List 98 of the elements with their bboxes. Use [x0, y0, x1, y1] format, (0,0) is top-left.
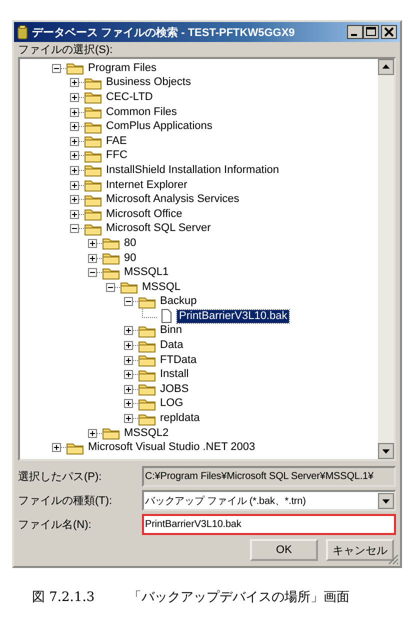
folder-item[interactable]: 90	[122, 252, 138, 265]
window-title: データベース ファイルの検索 - TEST-PFTKW5GGX9	[32, 26, 296, 40]
expand-icon[interactable]	[70, 92, 79, 102]
folder-item[interactable]: ComPlus Applications	[104, 120, 214, 134]
folder-item[interactable]: FTData	[158, 354, 199, 367]
folder-icon	[138, 353, 156, 368]
folder-icon	[120, 280, 138, 294]
folder-icon	[84, 90, 102, 104]
expand-icon[interactable]	[88, 428, 97, 438]
file-item[interactable]: PrintBarrierV3L10.bak	[177, 310, 290, 323]
folder-icon	[138, 396, 156, 411]
expand-icon[interactable]	[124, 356, 133, 365]
collapse-icon[interactable]	[88, 268, 97, 278]
folder-icon	[84, 105, 102, 120]
folder-icon	[84, 207, 102, 222]
folder-item[interactable]: Install	[158, 368, 191, 382]
folder-icon	[138, 294, 156, 309]
collapse-icon[interactable]	[52, 64, 61, 73]
expand-icon[interactable]	[124, 341, 133, 350]
folder-item[interactable]: Binn	[158, 324, 184, 338]
expand-icon[interactable]	[124, 414, 133, 424]
folder-item[interactable]: FFC	[104, 149, 130, 162]
field-label: 選択したパス(P):	[18, 470, 103, 484]
folder-icon	[102, 426, 120, 440]
figure-number: 図 7.2.1.3	[32, 589, 95, 606]
folder-icon	[84, 192, 102, 207]
maximize-button[interactable]	[363, 25, 379, 39]
folder-item[interactable]: Microsoft SQL Server	[104, 222, 213, 236]
folder-item[interactable]: MSSQL	[140, 280, 183, 294]
folder-icon	[102, 266, 120, 280]
tree-label: ファイルの選択(S):	[18, 43, 114, 57]
folder-item[interactable]: repldata	[158, 412, 202, 426]
folder-item[interactable]: Microsoft Visual Studio .NET 2003	[86, 441, 258, 454]
folder-icon	[102, 251, 120, 266]
folder-icon	[84, 120, 102, 134]
folder-item[interactable]: Microsoft Office	[104, 208, 184, 221]
folder-item[interactable]: Common Files	[104, 106, 179, 119]
scroll-up-icon[interactable]	[378, 59, 394, 75]
folder-icon	[84, 222, 102, 236]
expand-icon[interactable]	[70, 78, 79, 88]
field-label: ファイル名(N):	[18, 518, 92, 532]
folder-item[interactable]: MSSQL1	[122, 266, 171, 280]
folder-item[interactable]: Backup	[158, 295, 199, 308]
folder-icon	[138, 412, 156, 426]
expand-icon[interactable]	[52, 443, 61, 452]
scroll-down-icon[interactable]	[378, 443, 394, 459]
folder-item[interactable]: 80	[122, 236, 138, 250]
folder-item[interactable]: JOBS	[158, 382, 191, 396]
close-button[interactable]	[381, 25, 397, 39]
expand-icon[interactable]	[70, 166, 79, 175]
folder-icon	[138, 338, 156, 353]
folder-icon	[66, 61, 84, 76]
expand-icon[interactable]	[88, 254, 97, 263]
expand-icon[interactable]	[70, 122, 79, 132]
folder-item[interactable]: FAE	[104, 134, 129, 148]
ok-button[interactable]: OK	[250, 539, 318, 561]
collapse-icon[interactable]	[70, 224, 79, 234]
folder-item[interactable]: CEC-LTD	[104, 90, 155, 104]
folder-item[interactable]: Microsoft Analysis Services	[104, 193, 242, 206]
folder-item[interactable]: Internet Explorer	[104, 178, 190, 192]
folder-icon	[102, 236, 120, 250]
expand-icon[interactable]	[70, 136, 79, 146]
folder-item[interactable]: LOG	[158, 397, 186, 410]
expand-icon[interactable]	[124, 384, 133, 394]
cancel-button[interactable]: キャンセル	[326, 539, 394, 561]
folder-icon	[84, 178, 102, 192]
folder-icon	[84, 148, 102, 163]
database-icon	[17, 24, 28, 40]
folder-icon	[84, 134, 102, 148]
folder-item[interactable]: Program Files	[86, 62, 158, 75]
folder-icon	[138, 324, 156, 338]
expand-icon[interactable]	[70, 210, 79, 219]
expand-icon[interactable]	[124, 399, 133, 408]
folder-icon	[66, 440, 84, 455]
folder-icon	[138, 368, 156, 382]
folder-icon	[84, 76, 102, 90]
input-field[interactable]: PrintBarrierV3L10.bak	[142, 514, 396, 535]
collapse-icon[interactable]	[106, 282, 115, 292]
expand-icon[interactable]	[124, 370, 133, 380]
expand-icon[interactable]	[70, 108, 79, 117]
expand-icon[interactable]	[70, 151, 79, 160]
expand-icon[interactable]	[124, 326, 133, 336]
folder-item[interactable]: MSSQL2	[122, 426, 171, 440]
expand-icon[interactable]	[70, 180, 79, 190]
field-label: ファイルの種類(T):	[18, 494, 114, 508]
file-type-dropdown[interactable]: バックアップ ファイル (*.bak、*.trn)	[142, 490, 396, 511]
expand-icon[interactable]	[88, 238, 97, 248]
scrollbar[interactable]	[378, 59, 394, 459]
folder-item[interactable]: Data	[158, 339, 186, 352]
folder-item[interactable]: Business Objects	[104, 76, 193, 90]
folder-icon	[138, 382, 156, 396]
folder-icon	[84, 163, 102, 178]
collapse-icon[interactable]	[124, 297, 133, 306]
folder-item[interactable]: InstallShield Installation Information	[104, 164, 282, 177]
resize-grip-icon[interactable]	[387, 553, 399, 565]
minimize-button[interactable]	[347, 25, 363, 39]
expand-icon[interactable]	[70, 195, 79, 204]
figure-caption: 「バックアップデバイスの場所」画面	[128, 589, 350, 606]
